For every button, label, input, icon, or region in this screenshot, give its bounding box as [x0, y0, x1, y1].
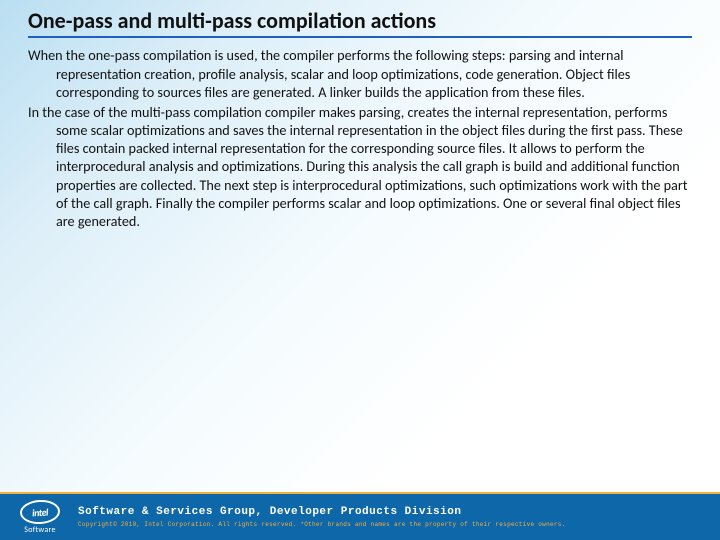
intel-logo-icon: intel: [19, 498, 60, 524]
body-paragraph: In the case of the multi-pass compilatio…: [28, 103, 692, 230]
content-area: One-pass and multi-pass compilation acti…: [0, 0, 720, 232]
footer-bar: intel Software Software & Services Group…: [0, 492, 720, 540]
brand-subtext: Software: [24, 525, 56, 535]
slide: One-pass and multi-pass compilation acti…: [0, 0, 720, 540]
brand-logo: intel Software: [20, 500, 60, 535]
footer-text-block: Software & Services Group, Developer Pro…: [78, 505, 566, 529]
division-line: Software & Services Group, Developer Pro…: [78, 505, 566, 519]
body-paragraph: When the one-pass compilation is used, t…: [28, 46, 692, 101]
copyright-line: Copyright© 2010, Intel Corporation. All …: [78, 521, 566, 529]
slide-title: One-pass and multi-pass compilation acti…: [28, 8, 692, 38]
